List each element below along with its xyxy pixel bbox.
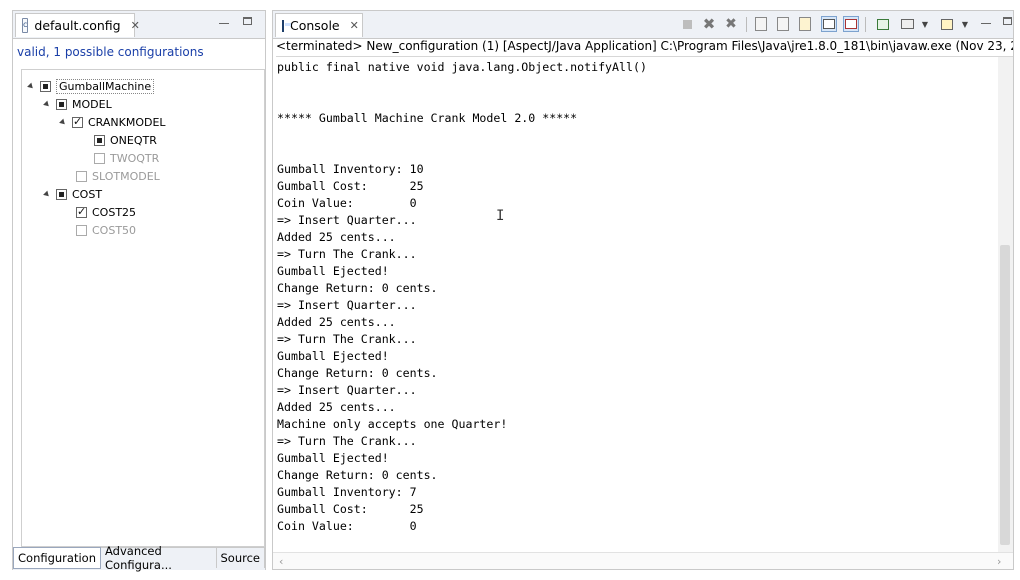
show-on-error-icon[interactable] bbox=[843, 16, 859, 32]
feature-checkbox[interactable] bbox=[56, 189, 67, 200]
feature-label: COST bbox=[72, 188, 103, 201]
tree-node-crankmodel[interactable]: CRANKMODEL bbox=[59, 114, 166, 131]
display-console-icon[interactable] bbox=[875, 16, 891, 32]
tree-node-cost[interactable]: COST bbox=[43, 186, 103, 203]
console-line: => Insert Quarter... bbox=[277, 298, 417, 312]
open-console-icon[interactable] bbox=[899, 16, 915, 32]
feature-label: COST50 bbox=[92, 224, 137, 237]
console-line: Gumball Inventory: 10 bbox=[277, 162, 424, 176]
remove-launch-icon[interactable]: ✖ bbox=[701, 15, 717, 33]
console-line: Coin Value: 0 bbox=[277, 196, 417, 210]
tree-node-cost50[interactable]: COST50 bbox=[76, 222, 136, 239]
show-on-output-icon[interactable] bbox=[821, 16, 837, 32]
console-line: => Turn The Crank... bbox=[277, 247, 417, 261]
expand-arrow-icon[interactable] bbox=[43, 100, 51, 109]
feature-label: SLOTMODEL bbox=[92, 170, 160, 183]
feature-checkbox[interactable] bbox=[76, 207, 87, 218]
console-line: Gumball Ejected! bbox=[277, 264, 389, 278]
console-line: Gumball Cost: 25 bbox=[277, 179, 424, 193]
tab-configuration[interactable]: Configuration bbox=[13, 547, 101, 569]
expand-arrow-icon[interactable] bbox=[43, 190, 51, 199]
console-line: Change Return: 0 cents. bbox=[277, 468, 438, 482]
config-bottom-tabs: Configuration Advanced Configura... Sour… bbox=[13, 544, 265, 572]
console-line: Gumball Ejected! bbox=[277, 349, 389, 363]
console-tab-title: Console bbox=[290, 18, 340, 33]
console-line: => Turn The Crank... bbox=[277, 434, 417, 448]
tree-node-oneqtr[interactable]: ONEQTR bbox=[94, 132, 157, 149]
feature-label: GumballMachine bbox=[56, 79, 155, 94]
console-output[interactable]: public final native void java.lang.Objec… bbox=[277, 59, 1003, 549]
console-line: Change Return: 0 cents. bbox=[277, 281, 438, 295]
chevron-down-icon[interactable]: ▼ bbox=[917, 16, 933, 32]
console-line: Change Return: 0 cents. bbox=[277, 366, 438, 380]
console-line: Machine only accepts one Quarter! bbox=[277, 417, 508, 431]
maximize-icon[interactable] bbox=[243, 17, 255, 29]
tree-node-gumball[interactable]: GumballMachine bbox=[27, 78, 155, 95]
new-console-icon[interactable] bbox=[939, 16, 955, 32]
terminate-icon[interactable] bbox=[679, 16, 695, 32]
console-line: Added 25 cents... bbox=[277, 315, 396, 329]
chevron-down-icon[interactable]: ▼ bbox=[957, 16, 973, 32]
pin-console-icon[interactable] bbox=[797, 16, 813, 32]
feature-checkbox[interactable] bbox=[40, 81, 51, 92]
console-line: => Turn The Crank... bbox=[277, 332, 417, 346]
minimize-icon[interactable] bbox=[981, 17, 993, 29]
vertical-scrollbar[interactable] bbox=[998, 57, 1013, 552]
console-line: Gumball Inventory: 7 bbox=[277, 485, 417, 499]
scroll-lock-icon[interactable] bbox=[753, 16, 769, 32]
feature-checkbox[interactable] bbox=[94, 153, 105, 164]
feature-checkbox[interactable] bbox=[72, 117, 83, 128]
scroll-left-icon[interactable]: ‹ bbox=[279, 555, 283, 568]
console-line: public final native void java.lang.Objec… bbox=[277, 60, 647, 74]
scroll-right-icon[interactable]: › bbox=[997, 555, 1001, 568]
console-panel: Console ✕ ✖ ✖ ▼ ▼ <terminated> New_confi… bbox=[272, 10, 1014, 570]
feature-config-panel: c default.config ✕ valid, 1 possible con… bbox=[12, 10, 266, 572]
config-editor-tab[interactable]: c default.config ✕ bbox=[15, 13, 140, 37]
text-cursor-icon: I bbox=[496, 208, 505, 224]
config-tab-title: default.config bbox=[34, 18, 121, 33]
feature-label: TWOQTR bbox=[110, 152, 160, 165]
tree-node-slotmodel[interactable]: SLOTMODEL bbox=[76, 168, 160, 185]
console-tab[interactable]: Console ✕ bbox=[275, 13, 363, 37]
config-tabbar: c default.config ✕ bbox=[13, 11, 265, 39]
close-icon[interactable]: ✕ bbox=[350, 19, 359, 32]
feature-label: ONEQTR bbox=[110, 134, 157, 147]
config-file-icon: c bbox=[22, 18, 29, 33]
expand-arrow-icon[interactable] bbox=[27, 82, 35, 91]
expand-arrow-icon[interactable] bbox=[59, 118, 67, 127]
maximize-icon[interactable] bbox=[1003, 17, 1013, 29]
console-line: => Insert Quarter... bbox=[277, 383, 417, 397]
minimize-icon[interactable] bbox=[219, 17, 231, 29]
console-status-line: <terminated> New_configuration (1) [Aspe… bbox=[276, 39, 1013, 57]
feature-checkbox[interactable] bbox=[56, 99, 67, 110]
word-wrap-icon[interactable] bbox=[775, 16, 791, 32]
feature-label: CRANKMODEL bbox=[88, 116, 166, 129]
feature-checkbox[interactable] bbox=[76, 225, 87, 236]
console-line: Coin Value: 0 bbox=[277, 519, 417, 533]
console-line: => Insert Quarter... bbox=[277, 213, 417, 227]
close-icon[interactable]: ✕ bbox=[131, 19, 140, 32]
feature-checkbox[interactable] bbox=[76, 171, 87, 182]
console-line: Gumball Cost: 25 bbox=[277, 502, 424, 516]
console-line: Gumball Ejected! bbox=[277, 451, 389, 465]
console-line: Added 25 cents... bbox=[277, 230, 396, 244]
tab-source[interactable]: Source bbox=[217, 548, 265, 568]
feature-checkbox[interactable] bbox=[94, 135, 105, 146]
feature-label: MODEL bbox=[72, 98, 112, 111]
validity-status: valid, 1 possible configurations bbox=[17, 45, 204, 59]
tree-node-model[interactable]: MODEL bbox=[43, 96, 112, 113]
console-icon bbox=[282, 19, 291, 32]
tree-node-cost25[interactable]: COST25 bbox=[76, 204, 136, 221]
console-tabbar: Console ✕ ✖ ✖ ▼ ▼ bbox=[273, 11, 1013, 39]
remove-all-icon[interactable]: ✖ bbox=[723, 16, 739, 32]
feature-label: COST25 bbox=[92, 206, 137, 219]
tree-node-twoqtr[interactable]: TWOQTR bbox=[94, 150, 159, 167]
horizontal-scrollbar[interactable]: ‹ › bbox=[273, 552, 1013, 569]
feature-tree: GumballMachine MODEL CRANKMODEL ONEQTR TWOQT… bbox=[21, 69, 265, 547]
console-line: Added 25 cents... bbox=[277, 400, 396, 414]
tab-advanced-configuration[interactable]: Advanced Configura... bbox=[101, 544, 217, 572]
console-line: ***** Gumball Machine Crank Model 2.0 **… bbox=[277, 111, 578, 125]
scrollbar-thumb[interactable] bbox=[1000, 245, 1010, 545]
